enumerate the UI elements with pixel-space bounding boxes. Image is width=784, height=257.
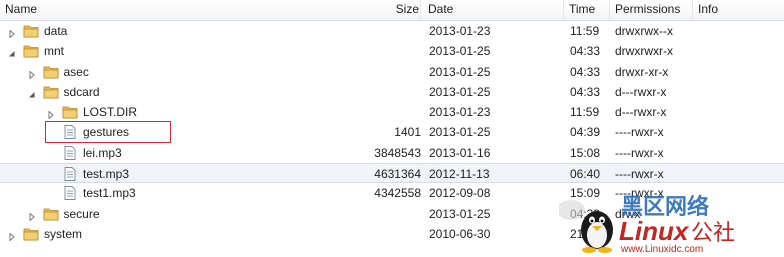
watermark-logo: 黑区网络 Linux 公社 www.Linuxidc.com — [557, 190, 784, 255]
row-time: 04:33 — [570, 44, 601, 59]
tree-row-file[interactable]: lei.mp3 3848543 2013-01-16 15:08 ----rwxr-x — [0, 143, 784, 163]
row-time: 06:40 — [570, 167, 601, 182]
folder-icon — [62, 105, 78, 119]
row-name: sdcard — [63, 84, 100, 99]
row-date: 2013-01-25 — [429, 125, 491, 140]
expand-arrow-closed-icon[interactable] — [47, 108, 55, 120]
row-size — [330, 82, 421, 102]
column-header-date[interactable]: Date — [423, 0, 564, 20]
row-permissions: d---rwxr-x — [615, 84, 667, 99]
row-name: LOST.DIR — [83, 105, 138, 120]
row-name: test.mp3 — [83, 167, 130, 182]
row-permissions: d---rwxr-x — [615, 105, 667, 120]
row-permissions: ----rwxr-x — [615, 125, 664, 140]
row-time: 15:08 — [570, 145, 601, 160]
row-time: 11:59 — [570, 24, 600, 38]
row-date: 2013-01-25 — [429, 64, 491, 79]
column-header-permissions[interactable]: Permissions — [610, 0, 693, 20]
row-permissions: drwxrwx--x — [615, 24, 673, 38]
row-date: 2010-06-30 — [429, 226, 491, 241]
penguin-icon — [581, 211, 613, 253]
row-date: 2013-01-25 — [429, 44, 491, 59]
row-name: lei.mp3 — [83, 145, 122, 160]
watermark-brand-cn: 公社 — [691, 221, 735, 246]
expand-arrow-closed-icon[interactable] — [8, 230, 16, 242]
row-size: 3848543 — [374, 145, 421, 160]
tree-row-folder[interactable]: LOST.DIR 2013-01-23 11:59 d---rwxr-x — [0, 102, 784, 122]
row-permissions: drwxr-xr-x — [615, 64, 669, 79]
expand-arrow-open-icon[interactable] — [28, 88, 36, 98]
row-name: secure — [63, 206, 100, 221]
tree-row-folder[interactable]: mnt 2013-01-25 04:33 drwxrwxr-x — [0, 41, 784, 61]
expand-arrow-closed-icon[interactable] — [8, 27, 16, 39]
folder-icon — [43, 207, 59, 221]
row-time: 11:59 — [570, 105, 600, 120]
tree-row-folder[interactable]: asec 2013-01-25 04:33 drwxr-xr-x — [0, 62, 784, 82]
column-header-time[interactable]: Time — [564, 0, 610, 20]
row-size — [330, 102, 421, 122]
row-date: 2013-01-25 — [429, 206, 491, 221]
row-size — [330, 224, 421, 244]
column-header-bar: Name Size Date Time Permissions Info — [0, 0, 784, 21]
folder-icon — [43, 65, 59, 79]
expand-arrow-closed-icon[interactable] — [28, 210, 36, 222]
row-size — [330, 62, 421, 82]
row-name: test1.mp3 — [83, 186, 136, 201]
row-date: 2012-09-08 — [429, 186, 491, 201]
row-size — [330, 204, 421, 224]
row-name: mnt — [44, 44, 65, 59]
row-size — [330, 41, 421, 61]
folder-icon — [23, 24, 39, 38]
folder-icon — [43, 85, 59, 99]
expand-arrow-open-icon[interactable] — [8, 47, 16, 57]
row-size: 1401 — [394, 125, 421, 140]
column-header-info[interactable]: Info — [693, 0, 784, 20]
row-date: 2012-11-13 — [429, 167, 490, 182]
row-permissions: drwxrwxr-x — [615, 44, 673, 59]
highlight-box — [45, 121, 171, 143]
row-date: 2013-01-23 — [429, 24, 491, 38]
tree-row-folder[interactable]: data 2013-01-23 11:59 drwxrwx--x — [0, 21, 784, 41]
tree-row-folder[interactable]: sdcard 2013-01-25 04:33 d---rwxr-x — [0, 82, 784, 102]
row-size: 4342558 — [374, 186, 421, 201]
row-size: 4631364 — [374, 167, 421, 182]
row-date: 2013-01-16 — [429, 145, 491, 160]
file-icon — [62, 167, 78, 182]
row-size — [330, 21, 421, 41]
expand-arrow-closed-icon[interactable] — [28, 68, 36, 80]
row-time: 04:39 — [570, 125, 601, 140]
watermark-url: www.Linuxidc.com — [620, 244, 703, 254]
tree-row-file[interactable]: test.mp3 4631364 2012-11-13 06:40 ----rwxr-x — [0, 163, 784, 184]
row-date: 2013-01-25 — [429, 84, 491, 99]
column-header-size[interactable]: Size — [393, 0, 423, 20]
row-time: 04:33 — [570, 84, 601, 99]
folder-icon — [23, 44, 39, 58]
file-icon — [62, 186, 78, 201]
row-name: asec — [63, 64, 89, 79]
row-name: data — [44, 24, 68, 38]
row-time: 04:33 — [570, 64, 601, 79]
file-icon — [62, 145, 78, 160]
column-header-name[interactable]: Name — [0, 0, 421, 20]
folder-icon — [23, 227, 39, 241]
watermark-brand: Linux — [619, 216, 690, 246]
row-name: system — [44, 226, 83, 241]
row-date: 2013-01-23 — [429, 105, 491, 120]
row-permissions: ----rwxr-x — [615, 145, 664, 160]
row-permissions: ----rwxr-x — [615, 167, 664, 182]
